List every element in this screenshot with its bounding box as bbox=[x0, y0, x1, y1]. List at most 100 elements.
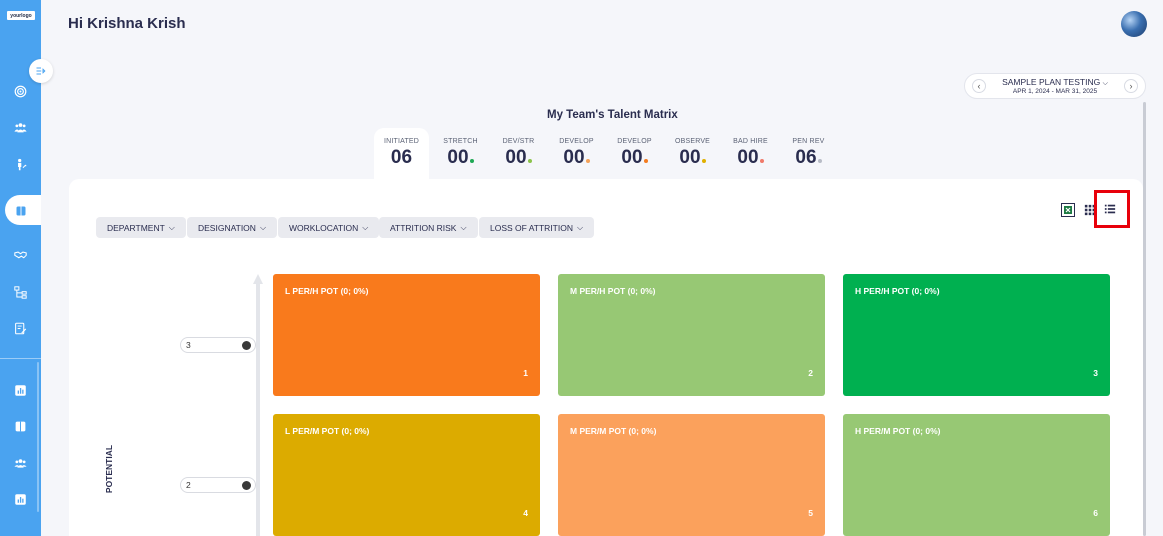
plan-dates: APR 1, 2024 - MAR 31, 2025 bbox=[1012, 88, 1098, 95]
stat-tab-dev-str[interactable]: DEV/STR 00 bbox=[491, 128, 546, 180]
cell-number: 3 bbox=[1093, 368, 1098, 378]
slider-knob[interactable] bbox=[242, 481, 251, 490]
stat-value: 00 bbox=[447, 147, 469, 168]
excel-export-icon[interactable] bbox=[1061, 203, 1075, 217]
potential-level-slider[interactable]: 3 bbox=[180, 337, 256, 353]
handshake-icon[interactable] bbox=[12, 246, 29, 263]
cell-label: L PER/H POT (0; 0%) bbox=[285, 286, 369, 296]
filter-label: DEPARTMENT bbox=[107, 222, 165, 233]
book-icon[interactable] bbox=[12, 202, 29, 219]
stat-label: DEV/STR bbox=[502, 138, 535, 145]
stat-value: 06 bbox=[795, 147, 817, 168]
stat-label: BAD HIRE bbox=[733, 138, 768, 145]
stat-value: 00 bbox=[737, 147, 759, 168]
status-dot bbox=[759, 159, 764, 163]
team-icon[interactable] bbox=[12, 119, 29, 136]
filter-label: WORKLOCATION bbox=[289, 222, 359, 233]
stat-tab-pen-rev[interactable]: PEN REV 06 bbox=[781, 128, 836, 180]
status-dot bbox=[643, 159, 648, 163]
stat-value: 06 bbox=[390, 147, 413, 168]
slider-value: 3 bbox=[186, 340, 191, 350]
potential-level-slider[interactable]: 2 bbox=[180, 477, 256, 493]
matrix-title: My Team's Talent Matrix bbox=[547, 109, 678, 121]
cell-label: M PER/M POT (0; 0%) bbox=[570, 426, 657, 436]
slider-knob[interactable] bbox=[242, 341, 251, 350]
stat-label: DEVELOP bbox=[617, 138, 652, 145]
y-axis-label: POTENTIAL bbox=[104, 444, 114, 494]
status-dot bbox=[527, 159, 532, 163]
chevron-down-icon[interactable]: ⌵ bbox=[1103, 80, 1108, 87]
book-open-icon[interactable] bbox=[12, 418, 29, 435]
filter-department[interactable]: DEPARTMENT ⌵ bbox=[96, 217, 186, 238]
status-dot bbox=[701, 159, 706, 163]
matrix-cell[interactable]: L PER/M POT (0; 0%) 4 bbox=[273, 414, 540, 536]
stat-value: 00 bbox=[621, 147, 643, 168]
plan-selector[interactable]: ‹ SAMPLE PLAN TESTING ⌵ APR 1, 2024 - MA… bbox=[964, 73, 1146, 99]
stat-tab-develop-1[interactable]: DEVELOP 00 bbox=[549, 128, 604, 180]
slider-value: 2 bbox=[186, 480, 191, 490]
report-icon[interactable] bbox=[12, 491, 29, 508]
filter-label: ATTRITION RISK bbox=[390, 222, 457, 233]
filter-designation[interactable]: DESIGNATION ⌵ bbox=[187, 217, 278, 238]
stat-tab-observe[interactable]: OBSERVE 00 bbox=[665, 128, 720, 180]
stat-value: 00 bbox=[679, 147, 701, 168]
status-dot bbox=[817, 159, 822, 163]
list-view-icon[interactable] bbox=[1103, 202, 1117, 216]
chevron-down-icon: ⌵ bbox=[259, 222, 267, 232]
stat-label: STRETCH bbox=[443, 138, 478, 145]
stat-tab-initiated[interactable]: INITIATED 06 bbox=[374, 128, 429, 180]
collapse-icon bbox=[36, 67, 46, 75]
matrix-cell[interactable]: L PER/H POT (0; 0%) 1 bbox=[273, 274, 540, 396]
filter-worklocation[interactable]: WORKLOCATION ⌵ bbox=[278, 217, 380, 238]
filter-attrition-risk[interactable]: ATTRITION RISK ⌵ bbox=[379, 217, 478, 238]
stat-label: OBSERVE bbox=[674, 138, 711, 145]
edit-doc-icon[interactable] bbox=[12, 320, 29, 337]
stat-tab-stretch[interactable]: STRETCH 00 bbox=[433, 128, 488, 180]
cell-number: 5 bbox=[808, 508, 813, 518]
stat-value: 00 bbox=[505, 147, 527, 168]
chevron-down-icon: ⌵ bbox=[576, 222, 584, 232]
filter-label: DESIGNATION bbox=[198, 222, 256, 233]
stat-value: 00 bbox=[563, 147, 585, 168]
plan-name: SAMPLE PLAN TESTING bbox=[1002, 77, 1101, 87]
stat-label: DEVELOP bbox=[559, 138, 594, 145]
app-logo[interactable]: yourlogo bbox=[7, 11, 35, 20]
status-dot bbox=[585, 159, 590, 163]
stat-label: PEN REV bbox=[792, 138, 825, 145]
matrix-cell[interactable]: H PER/H POT (0; 0%) 3 bbox=[843, 274, 1110, 396]
collapse-sidebar-button[interactable] bbox=[29, 59, 53, 83]
chevron-down-icon: ⌵ bbox=[362, 222, 369, 232]
stat-tab-bad-hire[interactable]: BAD HIRE 00 bbox=[723, 128, 778, 180]
filter-loss-of-attrition[interactable]: LOSS OF ATTRITION ⌵ bbox=[479, 217, 595, 238]
chevron-right-icon: › bbox=[1129, 81, 1133, 91]
cell-label: L PER/M POT (0; 0%) bbox=[285, 426, 370, 436]
matrix-cell[interactable]: M PER/H POT (0; 0%) 2 bbox=[558, 274, 825, 396]
matrix-cell[interactable]: H PER/M POT (0; 0%) 6 bbox=[843, 414, 1110, 536]
cell-number: 6 bbox=[1093, 508, 1098, 518]
cell-number: 2 bbox=[808, 368, 813, 378]
status-dot bbox=[469, 159, 474, 163]
group-icon[interactable] bbox=[12, 455, 29, 472]
chevron-down-icon: ⌵ bbox=[460, 222, 467, 232]
page-greeting: Hi Krishna Krish bbox=[68, 15, 186, 32]
user-avatar[interactable] bbox=[1121, 11, 1147, 37]
target-icon[interactable] bbox=[12, 83, 29, 100]
cell-number: 4 bbox=[523, 508, 528, 518]
matrix-cell[interactable]: M PER/M POT (0; 0%) 5 bbox=[558, 414, 825, 536]
sidebar-divider bbox=[0, 358, 41, 359]
next-plan-button[interactable]: › bbox=[1124, 79, 1138, 93]
cell-label: H PER/H POT (0; 0%) bbox=[855, 286, 940, 296]
cell-label: H PER/M POT (0; 0%) bbox=[855, 426, 941, 436]
cell-number: 1 bbox=[523, 368, 528, 378]
stat-label: INITIATED bbox=[383, 138, 420, 145]
page-scrollbar[interactable] bbox=[1143, 102, 1146, 536]
person-growth-icon[interactable] bbox=[12, 156, 29, 173]
sidebar-scrollbar[interactable] bbox=[37, 362, 39, 512]
cell-label: M PER/H POT (0; 0%) bbox=[570, 286, 656, 296]
y-axis-line bbox=[256, 282, 260, 536]
filter-label: LOSS OF ATTRITION bbox=[490, 222, 573, 233]
bar-chart-icon[interactable] bbox=[12, 382, 29, 399]
org-chart-icon[interactable] bbox=[12, 284, 29, 301]
stat-tab-develop-2[interactable]: DEVELOP 00 bbox=[607, 128, 662, 180]
chevron-down-icon: ⌵ bbox=[168, 222, 175, 232]
